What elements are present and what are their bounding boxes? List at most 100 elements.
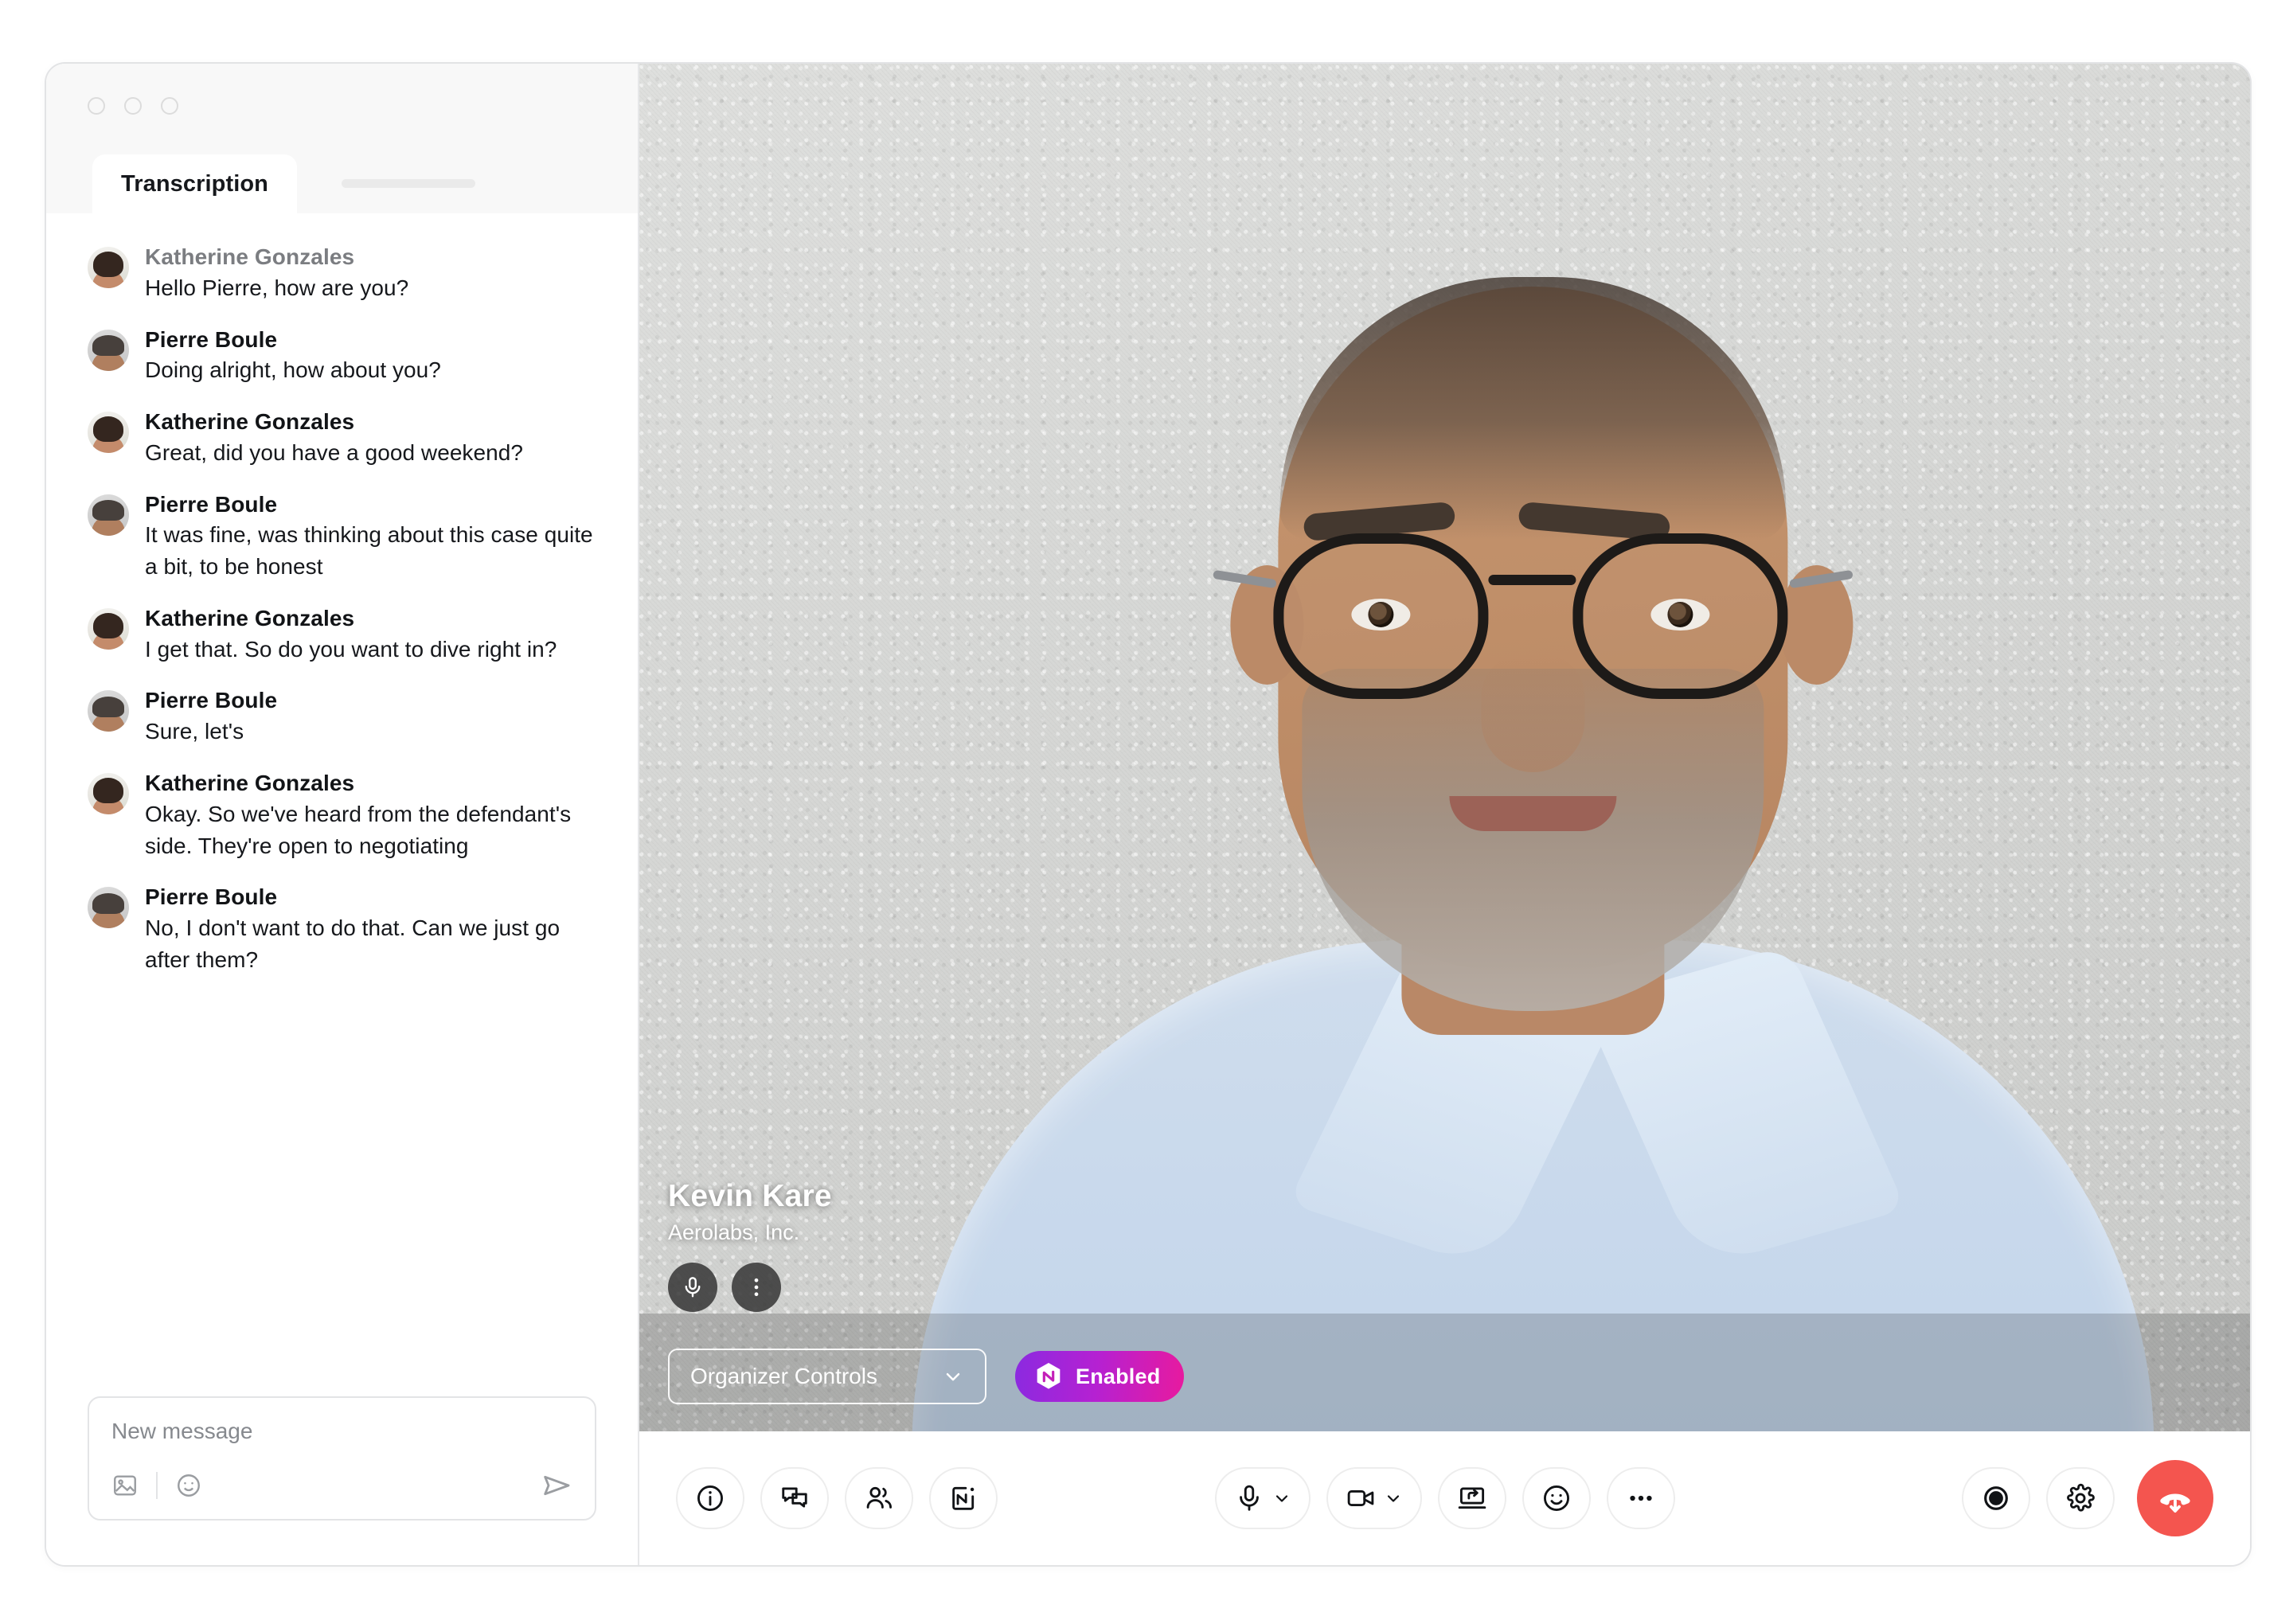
microphone-icon <box>1239 1485 1259 1511</box>
toolbar-right-group <box>1962 1460 2213 1536</box>
ai-enabled-badge[interactable]: Enabled <box>1015 1351 1185 1402</box>
participants-button[interactable] <box>845 1467 913 1529</box>
participant-name: Kevin Kare <box>668 1179 832 1213</box>
share-screen-icon <box>1458 1487 1486 1509</box>
avatar <box>88 412 129 454</box>
transcript-message: Pierre Boule It was fine, was thinking ab… <box>88 490 596 583</box>
transcript-message-body: Katherine Gonzales Okay. So we've heard f… <box>145 768 596 861</box>
avatar <box>88 887 129 929</box>
transcription-sidebar: Transcription Katherine Gonzales Hello Pi… <box>46 64 639 1565</box>
transcript-message-body: Katherine Gonzales Great, did you have a … <box>145 407 523 469</box>
microphone-button[interactable] <box>1214 1467 1311 1529</box>
chat-bubbles-icon <box>782 1487 807 1508</box>
participant-microphone-button[interactable] <box>668 1263 717 1312</box>
tab-transcription[interactable]: Transcription <box>92 154 297 213</box>
avatar <box>88 690 129 732</box>
settings-button[interactable] <box>2046 1467 2115 1529</box>
minimize-window-button[interactable] <box>124 97 142 115</box>
transcript-message-text: Hello Pierre, how are you? <box>145 275 409 300</box>
record-button[interactable] <box>1962 1467 2030 1529</box>
transcript-message-text: No, I don't want to do that. Can we just… <box>145 915 561 972</box>
chevron-down-icon <box>1387 1495 1399 1502</box>
info-button[interactable] <box>676 1467 744 1529</box>
share-screen-button[interactable] <box>1437 1467 1506 1529</box>
transcript-list[interactable]: Katherine Gonzales Hello Pierre, how are … <box>46 213 638 1396</box>
chat-button[interactable] <box>760 1467 829 1529</box>
tab-strip: Transcription <box>46 150 638 213</box>
chevron-down-icon <box>946 1372 960 1381</box>
new-message-input[interactable] <box>111 1419 572 1444</box>
transcript-speaker-name: Pierre Boule <box>145 688 278 713</box>
gear-icon <box>2067 1483 2095 1512</box>
transcript-speaker-name: Pierre Boule <box>145 884 278 910</box>
info-icon <box>697 1485 723 1511</box>
composer-divider <box>156 1472 158 1499</box>
transcript-message-body: Pierre Boule No, I don't want to do that.… <box>145 882 596 975</box>
composer-container <box>46 1396 638 1565</box>
avatar <box>88 247 129 288</box>
chevron-down-icon <box>1275 1495 1287 1502</box>
organizer-controls-row: Organizer Controls Enabled <box>668 1349 1185 1404</box>
transcript-message-body: Pierre Boule It was fine, was thinking ab… <box>145 490 596 583</box>
composer-actions <box>111 1470 572 1501</box>
transcript-message: Katherine Gonzales Okay. So we've heard f… <box>88 768 596 861</box>
transcript-message-text: Okay. So we've heard from the defendant'… <box>145 801 572 858</box>
transcript-message: Pierre Boule Doing alright, how about you… <box>88 325 596 387</box>
message-composer[interactable] <box>88 1396 596 1521</box>
reactions-button[interactable] <box>1522 1467 1591 1529</box>
transcript-speaker-name: Katherine Gonzales <box>145 409 355 435</box>
transcript-message-body: Pierre Boule Sure, let's <box>145 685 277 748</box>
toolbar-center-group <box>1214 1467 1675 1529</box>
video-feed[interactable]: Kevin Kare Aerolabs, Inc. Organizer Cont… <box>639 64 2250 1431</box>
sidebar-header: Transcription <box>46 64 638 213</box>
avatar <box>88 607 129 650</box>
transcript-message-text: Sure, let's <box>145 719 244 744</box>
transcript-speaker-name: Katherine Gonzales <box>145 771 355 796</box>
participant-name-overlay: Kevin Kare Aerolabs, Inc. <box>668 1179 832 1312</box>
send-icon[interactable] <box>541 1470 572 1501</box>
video-stage: Kevin Kare Aerolabs, Inc. Organizer Cont… <box>639 64 2250 1565</box>
transcript-speaker-name: Katherine Gonzales <box>145 244 355 269</box>
ai-notes-icon <box>952 1486 975 1510</box>
toolbar-left-group <box>676 1467 998 1529</box>
organizer-controls-label: Organizer Controls <box>690 1364 877 1388</box>
transcript-message: Pierre Boule No, I don't want to do that.… <box>88 882 596 975</box>
smiley-icon <box>1543 1485 1569 1511</box>
transcript-message-text: It was fine, was thinking about this cas… <box>145 522 593 580</box>
avatar <box>88 494 129 536</box>
maximize-window-button[interactable] <box>161 97 178 115</box>
hangup-icon <box>2160 1493 2190 1513</box>
close-window-button[interactable] <box>88 97 105 115</box>
transcript-message-body: Katherine Gonzales I get that. So do you … <box>145 603 557 666</box>
transcript-message-text: I get that. So do you want to dive right… <box>145 636 557 662</box>
image-icon[interactable] <box>111 1472 139 1499</box>
transcript-speaker-name: Pierre Boule <box>145 326 278 352</box>
emoji-icon[interactable] <box>175 1472 202 1499</box>
participant-video-portrait <box>911 191 2154 1431</box>
transcript-speaker-name: Pierre Boule <box>145 491 278 517</box>
ai-notes-button[interactable] <box>929 1467 998 1529</box>
more-options-button[interactable] <box>1606 1467 1675 1529</box>
camera-icon <box>1347 1490 1373 1506</box>
participant-organization: Aerolabs, Inc. <box>668 1220 800 1244</box>
app-window: Transcription Katherine Gonzales Hello Pi… <box>45 62 2252 1567</box>
ai-hexagon-icon <box>1033 1360 1064 1392</box>
tab-placeholder[interactable] <box>342 179 475 188</box>
transcript-message-text: Great, did you have a good weekend? <box>145 439 523 465</box>
ai-badge-label: Enabled <box>1076 1364 1161 1388</box>
avatar <box>88 329 129 371</box>
record-icon <box>1984 1486 2008 1510</box>
transcript-message: Katherine Gonzales Hello Pierre, how are … <box>88 242 596 304</box>
avatar <box>88 773 129 815</box>
transcript-message-body: Pierre Boule Doing alright, how about you… <box>145 325 441 387</box>
camera-button[interactable] <box>1326 1467 1422 1529</box>
people-icon <box>866 1486 892 1509</box>
participant-more-options-button[interactable] <box>732 1263 781 1312</box>
meeting-toolbar <box>639 1431 2250 1565</box>
organizer-controls-dropdown[interactable]: Organizer Controls <box>668 1349 986 1404</box>
transcript-message-text: Doing alright, how about you? <box>145 357 441 383</box>
window-traffic-lights <box>88 97 178 115</box>
transcript-message: Pierre Boule Sure, let's <box>88 685 596 748</box>
end-call-button[interactable] <box>2137 1460 2213 1536</box>
transcript-message-body: Katherine Gonzales Hello Pierre, how are … <box>145 242 408 304</box>
